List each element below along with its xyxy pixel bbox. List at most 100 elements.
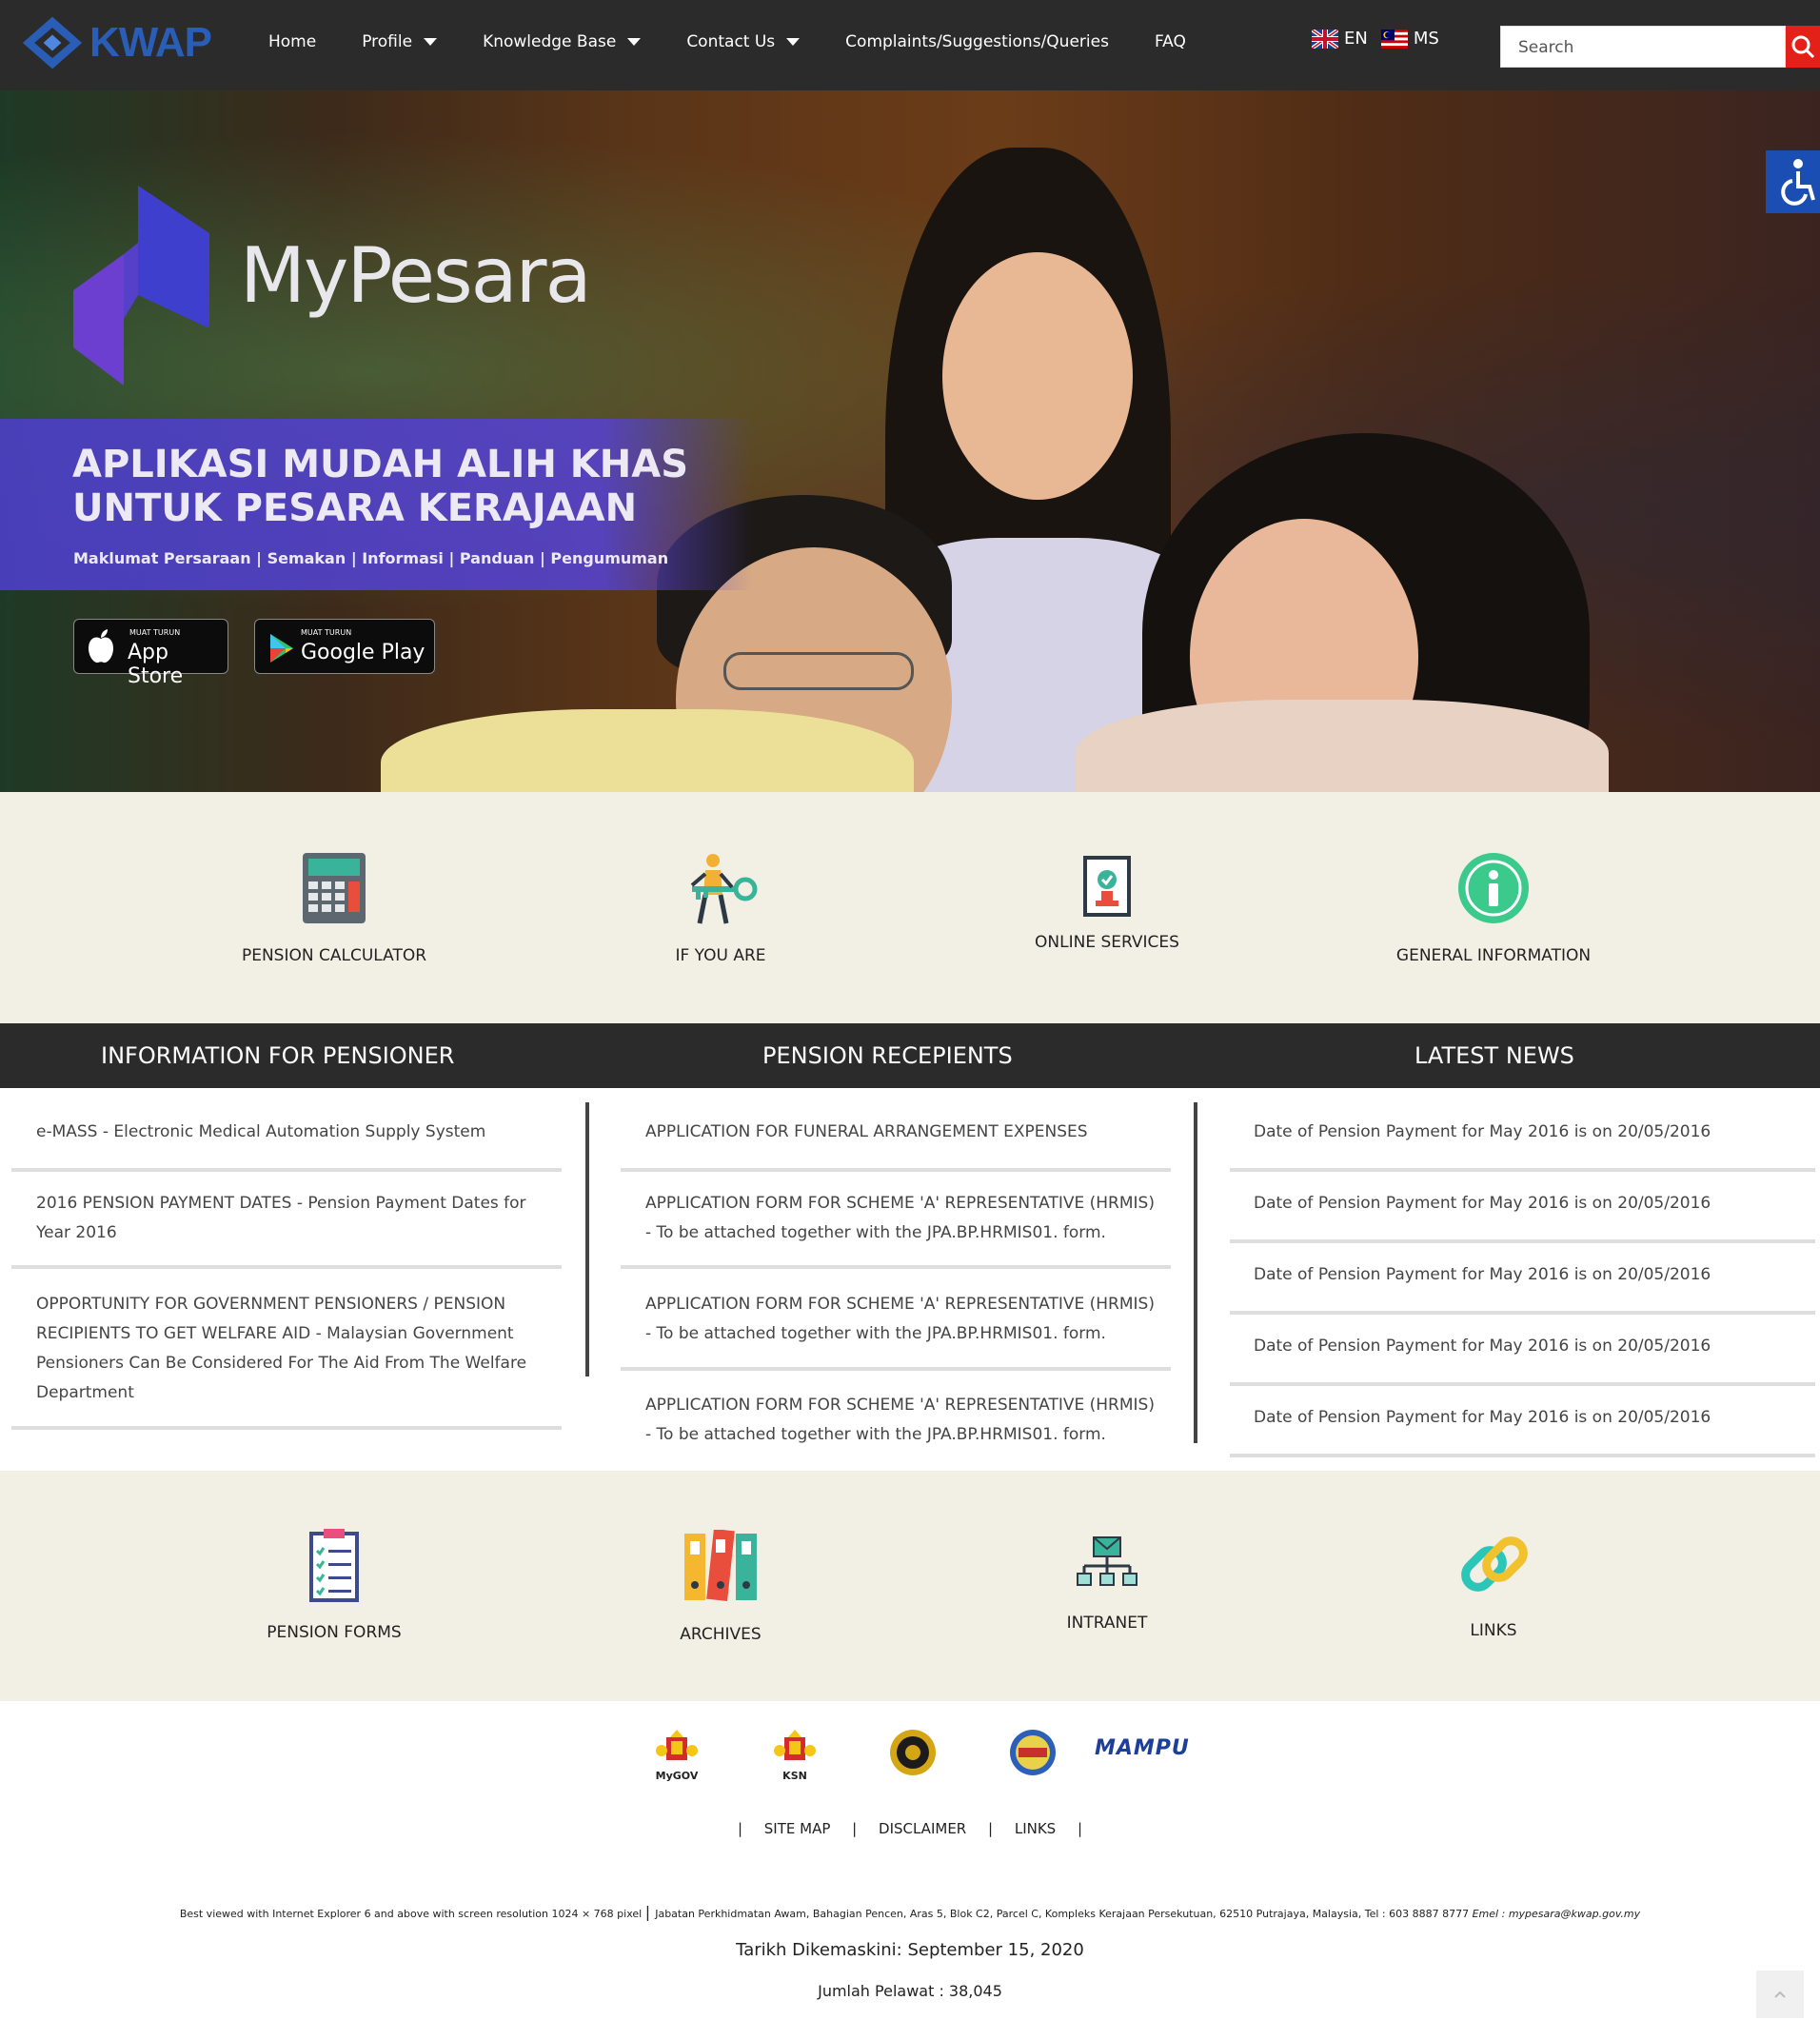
app-store-small: MUAT TURUN: [129, 628, 181, 637]
sections-header-bar: INFORMATION FOR PENSIONER PENSION RECEPI…: [0, 1023, 1820, 1088]
jpa-emblem-logo[interactable]: [889, 1729, 937, 1780]
info-icon: [1458, 853, 1529, 923]
divider: [11, 1265, 562, 1269]
nav-home[interactable]: Home: [268, 32, 316, 51]
latest-news-title: LATEST NEWS: [1414, 1042, 1574, 1069]
separator: |: [1077, 1820, 1083, 1837]
if-you-are-tile[interactable]: IF YOU ARE: [578, 851, 863, 965]
wheelchair-icon: [1781, 159, 1815, 206]
lang-ms[interactable]: MS: [1414, 29, 1439, 49]
caret-down-icon: [424, 37, 438, 46]
separator: |: [852, 1820, 858, 1837]
site-map-link[interactable]: SITE MAP: [764, 1820, 831, 1837]
quick-links-bottom: PENSION FORMS ARCHIVES INTRANET LINKS: [0, 1471, 1820, 1701]
divider: [621, 1168, 1171, 1172]
divider: [1230, 1311, 1815, 1315]
nav-home-label: Home: [268, 31, 317, 51]
nav-faq[interactable]: FAQ: [1155, 32, 1186, 51]
divider: [11, 1426, 562, 1430]
list-item[interactable]: APPLICATION FOR FUNERAL ARRANGEMENT EXPE…: [645, 1118, 1159, 1147]
list-item[interactable]: APPLICATION FORM FOR SCHEME 'A' REPRESEN…: [645, 1391, 1159, 1450]
nav-contact-us-label: Contact Us: [686, 31, 776, 51]
nav-profile-label: Profile: [362, 31, 413, 51]
divider: [621, 1367, 1171, 1371]
list-item[interactable]: OPPORTUNITY FOR GOVERNMENT PENSIONERS / …: [36, 1290, 550, 1408]
nav-faq-label: FAQ: [1154, 31, 1186, 51]
separator: |: [644, 1903, 656, 1921]
google-play-big: Google Play: [301, 641, 425, 664]
footer-note: Best viewed with Internet Explorer 6 and…: [0, 1903, 1820, 1921]
language-switcher: EN MS: [1312, 29, 1453, 49]
app-store-big: App Store: [128, 641, 184, 688]
google-play-button[interactable]: MUAT TURUN Google Play: [254, 619, 435, 674]
online-services-tile[interactable]: ONLINE SERVICES: [964, 855, 1250, 952]
list-item[interactable]: APPLICATION FORM FOR SCHEME 'A' REPRESEN…: [645, 1189, 1159, 1248]
mampu-logo[interactable]: MAMPU: [1095, 1736, 1190, 1760]
kwap-logo-icon: [22, 16, 83, 69]
ksn-logo[interactable]: KSN: [773, 1728, 817, 1782]
caret-down-icon: [627, 37, 642, 46]
online-form-icon: [1083, 856, 1131, 917]
scrollbar[interactable]: [585, 1102, 589, 1377]
list-item[interactable]: Date of Pension Payment for May 2016 is …: [1254, 1189, 1787, 1218]
binders-icon: [684, 1530, 757, 1601]
pension-forms-label: PENSION FORMS: [267, 1623, 402, 1642]
back-to-top-button[interactable]: [1756, 1971, 1804, 2018]
app-store-button[interactable]: MUAT TURUN App Store: [73, 619, 228, 688]
nav-complaints[interactable]: Complaints/Suggestions/Queries: [845, 32, 1109, 51]
intranet-tile[interactable]: INTRANET: [964, 1535, 1250, 1633]
list-item[interactable]: e-MASS - Electronic Medical Automation S…: [36, 1118, 550, 1147]
pension-calculator-label: PENSION CALCULATOR: [241, 946, 427, 965]
clipboard-icon: [309, 1529, 359, 1602]
list-item[interactable]: Date of Pension Payment for May 2016 is …: [1254, 1403, 1787, 1433]
divider: [1230, 1382, 1815, 1386]
nav-knowledge-base-label: Knowledge Base: [483, 31, 617, 51]
lang-en[interactable]: EN: [1344, 29, 1368, 49]
calculator-icon: [303, 853, 366, 923]
last-updated: Tarikh Dikemaskini: September 15, 2020: [736, 1940, 1084, 1960]
if-you-are-label: IF YOU ARE: [675, 946, 766, 965]
top-navbar: KWAP Home Profile Knowledge Base Contact…: [0, 0, 1820, 90]
list-item[interactable]: Date of Pension Payment for May 2016 is …: [1254, 1260, 1787, 1290]
nav-contact-us[interactable]: Contact Us: [686, 31, 801, 51]
divider: [1230, 1239, 1815, 1243]
search-input[interactable]: Search: [1500, 26, 1786, 68]
mygov-logo[interactable]: MyGOV: [655, 1728, 699, 1782]
malaysia-coat-of-arms-icon: [656, 1730, 698, 1760]
round-emblem-icon: [1010, 1730, 1056, 1775]
hero-headline: APLIKASI MUDAH ALIH KHAS UNTUK PESARA KE…: [72, 443, 758, 530]
links-tile[interactable]: LINKS: [1351, 1528, 1636, 1640]
search-button[interactable]: [1786, 26, 1820, 68]
nav-profile[interactable]: Profile: [362, 31, 438, 51]
divider: [1230, 1454, 1815, 1457]
apple-icon: [89, 629, 113, 663]
divider: [1230, 1168, 1815, 1172]
hero-photo-man-body: [381, 709, 914, 792]
links-label: LINKS: [1470, 1621, 1517, 1640]
malaysia-flag-icon[interactable]: [1380, 29, 1408, 49]
links-link[interactable]: LINKS: [1015, 1820, 1056, 1837]
malaysia-coat-of-arms-icon: [774, 1730, 816, 1760]
hero-banner[interactable]: MyPesara APLIKASI MUDAH ALIH KHAS UNTUK …: [0, 90, 1820, 792]
disclaimer-link[interactable]: DISCLAIMER: [879, 1820, 966, 1837]
archives-tile[interactable]: ARCHIVES: [578, 1530, 863, 1644]
nav-knowledge-base[interactable]: Knowledge Base: [483, 31, 642, 51]
scrollbar[interactable]: [1194, 1102, 1197, 1443]
caret-down-icon: [786, 37, 801, 46]
general-information-tile[interactable]: GENERAL INFORMATION: [1351, 851, 1636, 965]
pension-calculator-tile[interactable]: PENSION CALCULATOR: [191, 851, 477, 965]
list-item[interactable]: 2016 PENSION PAYMENT DATES - Pension Pay…: [36, 1189, 550, 1248]
uk-flag-icon[interactable]: [1312, 29, 1338, 49]
email-link[interactable]: mypesara@kwap.gov.my: [1509, 1908, 1640, 1920]
perkhidmatan-awam-logo[interactable]: [1009, 1729, 1057, 1780]
list-item[interactable]: APPLICATION FORM FOR SCHEME 'A' REPRESEN…: [645, 1290, 1159, 1349]
google-play-icon: [270, 634, 293, 663]
kwap-logo[interactable]: KWAP: [21, 10, 212, 76]
accessibility-button[interactable]: [1766, 150, 1820, 213]
list-item[interactable]: Date of Pension Payment for May 2016 is …: [1254, 1118, 1787, 1147]
general-information-label: GENERAL INFORMATION: [1395, 946, 1592, 965]
separator: |: [737, 1820, 742, 1837]
list-item[interactable]: Date of Pension Payment for May 2016 is …: [1254, 1332, 1787, 1361]
app-name: MyPesara: [240, 231, 592, 320]
pension-forms-tile[interactable]: PENSION FORMS: [191, 1528, 477, 1642]
